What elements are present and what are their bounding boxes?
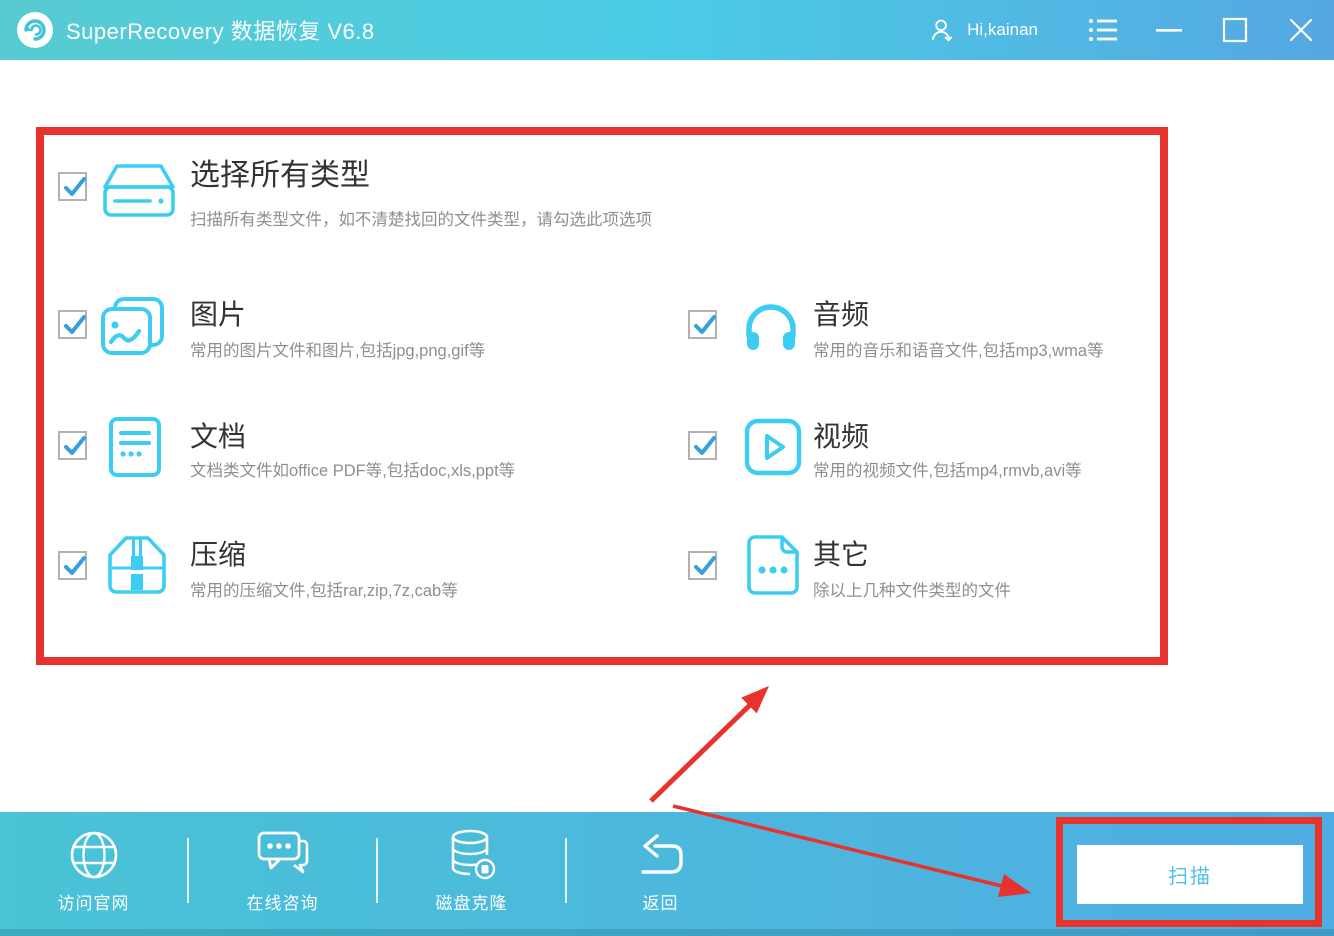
app-logo-icon [16, 11, 54, 49]
bottom-toolbar: 访问官网 在线咨询 [0, 812, 1334, 936]
file-type-desc: 常用的压缩文件,包括rar,zip,7z,cab等 [190, 577, 458, 601]
menu-icon[interactable] [1086, 13, 1120, 47]
file-type-title: 压缩 [190, 533, 246, 573]
file-type-desc: 除以上几种文件类型的文件 [813, 577, 1011, 601]
file-type-title: 其它 [813, 533, 869, 573]
checkbox-image[interactable] [58, 310, 87, 339]
file-type-title: 音频 [813, 293, 869, 333]
headphone-icon [740, 298, 802, 361]
zip-icon [104, 534, 170, 601]
checkbox-document[interactable] [58, 431, 87, 460]
nav-label: 磁盘克隆 [436, 889, 508, 914]
nav-back[interactable]: 返回 [567, 812, 754, 929]
nav-online-consult[interactable]: 在线咨询 [189, 812, 376, 929]
nav-visit-website[interactable]: 访问官网 [0, 812, 187, 929]
file-type-desc: 常用的图片文件和图片,包括jpg,png,gif等 [190, 337, 485, 361]
user-icon [925, 13, 959, 47]
user-greeting: Hi,kainan [967, 20, 1038, 40]
file-type-title: 文档 [190, 415, 246, 455]
bottom-nav: 访问官网 在线咨询 [0, 812, 754, 929]
picture-icon [100, 296, 166, 361]
disk-stack-icon [446, 827, 498, 883]
file-type-desc: 文档类文件如office PDF等,包括doc,xls,ppt等 [190, 457, 515, 481]
drive-icon [100, 163, 178, 224]
checkbox-video[interactable] [688, 431, 717, 460]
app-title: SuperRecovery 数据恢复 V6.8 [66, 14, 375, 46]
nav-label: 返回 [643, 889, 679, 914]
titlebar: SuperRecovery 数据恢复 V6.8 Hi,kainan [0, 0, 1334, 60]
close-icon[interactable] [1284, 13, 1318, 47]
globe-icon [68, 827, 120, 883]
file-type-desc: 常用的音乐和语音文件,包括mp3,wma等 [813, 337, 1104, 361]
chat-icon [255, 827, 311, 883]
checkbox-audio[interactable] [688, 310, 717, 339]
document-icon [108, 416, 162, 483]
user-account-button[interactable]: Hi,kainan [925, 13, 1038, 47]
file-type-title: 图片 [190, 293, 246, 333]
checkbox-select-all[interactable] [58, 172, 87, 201]
file-type-title: 选择所有类型 [190, 150, 370, 194]
file-type-desc: 扫描所有类型文件，如不清楚找回的文件类型，请勾选此项选项 [190, 206, 652, 230]
file-type-selection-panel: 选择所有类型 扫描所有类型文件，如不清楚找回的文件类型，请勾选此项选项 图片 常… [0, 60, 1334, 812]
nav-label: 访问官网 [58, 889, 130, 914]
back-arrow-icon [635, 827, 687, 883]
file-type-title: 视频 [813, 415, 869, 455]
file-type-desc: 常用的视频文件,包括mp4,rmvb,avi等 [813, 457, 1082, 481]
file-dots-icon [746, 534, 800, 601]
maximize-icon[interactable] [1218, 13, 1252, 47]
nav-label: 在线咨询 [247, 889, 319, 914]
scan-button[interactable]: 扫描 [1077, 845, 1303, 904]
minimize-icon[interactable] [1152, 13, 1186, 47]
play-icon [744, 418, 802, 481]
checkbox-archive[interactable] [58, 551, 87, 580]
checkbox-other[interactable] [688, 551, 717, 580]
nav-disk-clone[interactable]: 磁盘克隆 [378, 812, 565, 929]
